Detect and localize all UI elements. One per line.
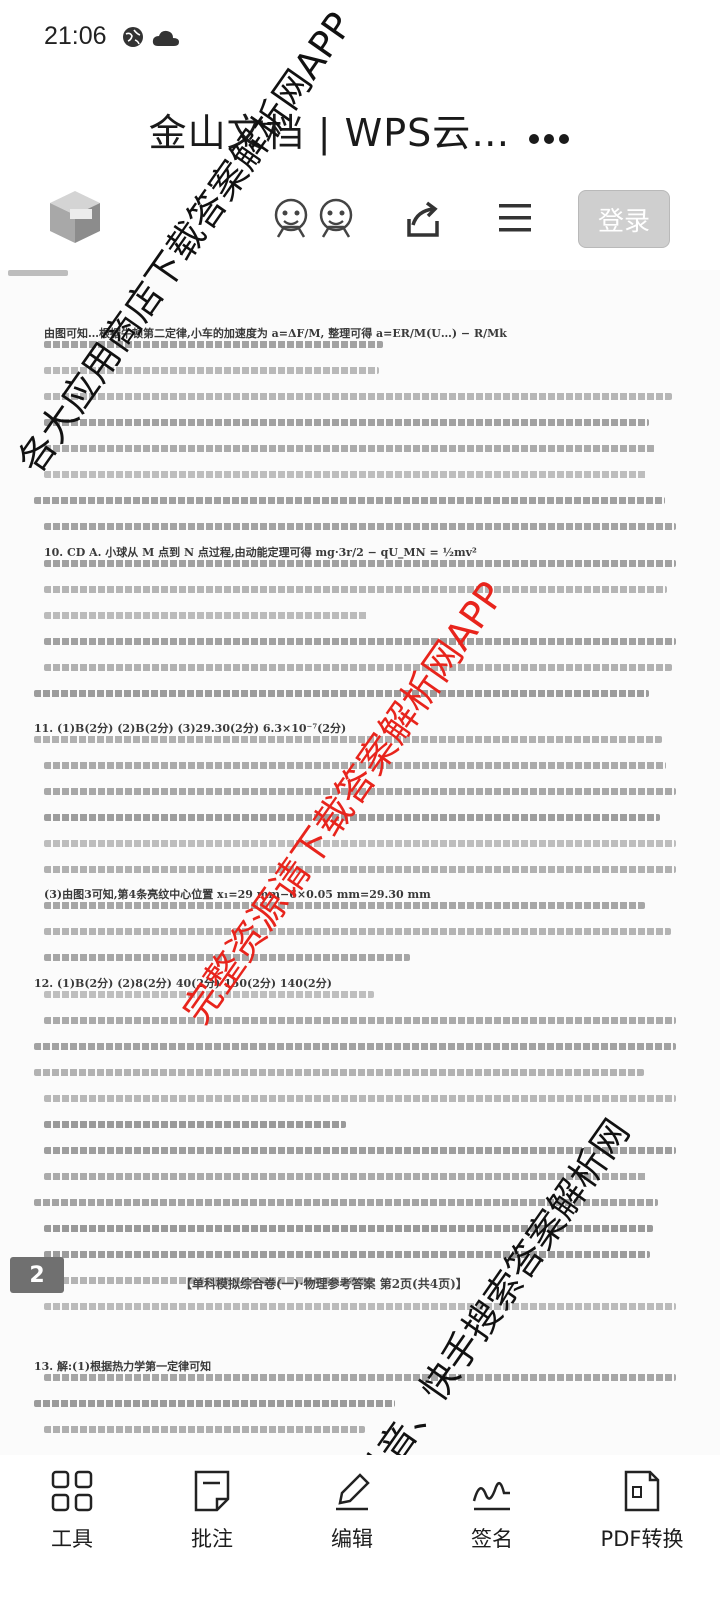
annotate-button[interactable]: 批注 <box>152 1469 272 1553</box>
pdf-convert-icon <box>620 1469 664 1513</box>
doc-margin-mark <box>8 270 68 276</box>
scanned-text-line <box>44 928 671 935</box>
scanned-text-line <box>44 1095 676 1102</box>
scanned-text-line <box>44 393 672 400</box>
page-footer-caption: 【单科模拟综合卷(一)·物理参考答案 第2页(共4页)】 <box>180 1277 468 1291</box>
scanned-text-line <box>44 1017 676 1024</box>
login-button[interactable]: 登录 <box>578 190 670 248</box>
note-icon <box>190 1469 234 1513</box>
status-bar: 21:06 <box>0 0 720 70</box>
share-icon[interactable] <box>403 199 443 239</box>
scanned-text-line <box>44 612 368 619</box>
cloud-icon <box>152 28 180 52</box>
hamburger-menu-icon[interactable] <box>497 201 533 235</box>
scanned-text-line <box>44 471 647 478</box>
tool-label: 工具 <box>51 1527 93 1551</box>
more-dots-icon[interactable] <box>527 111 571 155</box>
scanned-text-line <box>44 1303 676 1310</box>
scanned-text-line <box>44 1426 365 1433</box>
grid-icon <box>50 1469 94 1513</box>
avatar-emoji-icon[interactable] <box>315 197 357 243</box>
document-line: 11. (1)B(2分) (2)B(2分) (3)29.30(2分) 6.3×1… <box>34 722 347 735</box>
wps-cube-logo-icon <box>46 187 104 247</box>
scanned-text-line <box>34 1069 644 1076</box>
signature-label: 签名 <box>471 1527 513 1551</box>
signature-icon <box>470 1469 514 1513</box>
scanned-text-line <box>44 638 676 645</box>
pdf-convert-label: PDF转换 <box>600 1527 684 1551</box>
scanned-text-line <box>34 1400 395 1407</box>
annotate-label: 批注 <box>191 1527 233 1551</box>
scanned-text-line <box>44 866 676 873</box>
edit-label: 编辑 <box>331 1527 373 1551</box>
scanned-text-line <box>44 445 655 452</box>
page-number-badge: 2 <box>10 1257 64 1293</box>
edit-button[interactable]: 编辑 <box>292 1469 412 1553</box>
scanned-text-line <box>44 902 645 909</box>
scanned-text-line <box>44 1121 346 1128</box>
scanned-text-line <box>44 664 672 671</box>
scanned-text-line <box>44 1374 676 1381</box>
scanned-text-line <box>44 523 676 530</box>
avatar-emoji-icon[interactable] <box>270 197 312 243</box>
scanned-text-line <box>34 1043 676 1050</box>
status-time: 21:06 <box>44 22 107 50</box>
globe-icon <box>122 26 144 52</box>
title-bar: 金山文档 | WPS云… <box>0 90 720 160</box>
pdf-convert-button[interactable]: PDF转换 <box>572 1469 712 1553</box>
document-line: 13. 解:(1)根据热力学第一定律可知 <box>34 1360 212 1373</box>
scanned-text-line <box>44 419 649 426</box>
scanned-text-line <box>44 586 667 593</box>
scanned-text-line <box>44 840 676 847</box>
scanned-text-line <box>34 690 649 697</box>
bottom-toolbar: 工具 批注 编辑 签名 PDF转换 <box>0 1455 720 1600</box>
edit-icon <box>330 1469 374 1513</box>
scanned-text-line <box>34 497 665 504</box>
tool-button[interactable]: 工具 <box>12 1469 132 1553</box>
document-line: 10. CD A. 小球从 M 点到 N 点过程,由动能定理可得 mg·3r/2… <box>44 546 477 559</box>
signature-button[interactable]: 签名 <box>432 1469 552 1553</box>
scanned-text-line <box>44 560 676 567</box>
document-title: 金山文档 | WPS云… <box>0 102 720 157</box>
